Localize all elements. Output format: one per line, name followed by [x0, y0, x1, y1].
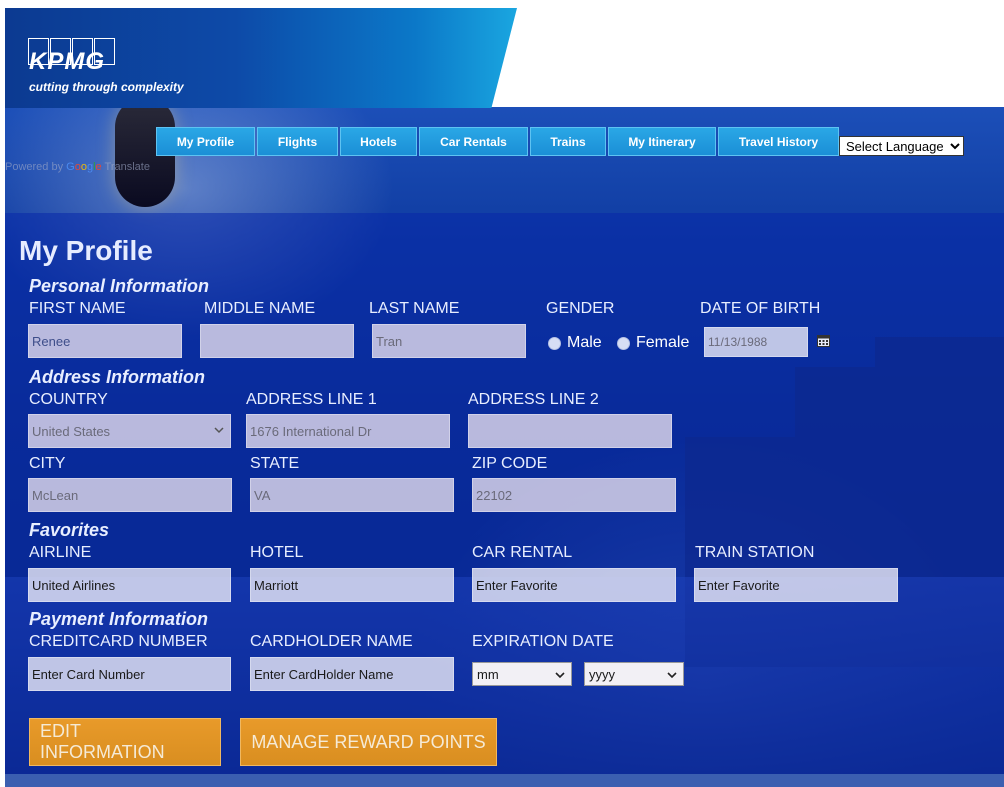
country-value: United States — [32, 423, 111, 439]
main-nav: My Profile Flights Hotels Car Rentals Tr… — [156, 127, 839, 156]
last-name-label: LAST NAME — [369, 300, 460, 317]
car-rental-label: CAR RENTAL — [472, 544, 573, 561]
exp-month-select[interactable]: mm — [472, 662, 572, 686]
city-label: CITY — [29, 455, 66, 472]
address-line1-label: ADDRESS LINE 1 — [246, 391, 377, 408]
middle-name-label: MIDDLE NAME — [204, 300, 316, 317]
chevron-down-icon — [555, 672, 565, 679]
airline-field[interactable]: United Airlines — [28, 568, 231, 602]
nav-hotels[interactable]: Hotels — [340, 127, 417, 156]
powered-by-label: Powered by — [5, 161, 64, 173]
section-address-heading: Address Information — [29, 367, 206, 387]
header-logo-block: KPMG cutting through complexity — [5, 8, 517, 108]
dob-field[interactable]: 11/13/1988 — [704, 327, 808, 357]
last-name-field[interactable]: Tran — [372, 324, 526, 358]
kpmg-logo[interactable]: KPMG — [29, 48, 105, 76]
state-label: STATE — [250, 455, 300, 472]
radio-female[interactable] — [617, 336, 630, 350]
card-number-field[interactable]: Enter Card Number — [28, 657, 231, 691]
language-select[interactable]: Select Language — [839, 136, 964, 156]
cardholder-label: CARDHOLDER NAME — [250, 633, 413, 650]
hotel-field[interactable]: Marriott — [250, 568, 454, 602]
edit-information-button[interactable]: EDIT INFORMATION — [29, 718, 221, 766]
gender-label: GENDER — [546, 300, 615, 317]
middle-name-field[interactable] — [200, 324, 354, 358]
first-name-field[interactable]: Renee — [28, 324, 182, 358]
translate-label: Translate — [104, 161, 150, 173]
exp-month-value: mm — [477, 666, 499, 682]
exp-year-select[interactable]: yyyy — [584, 662, 684, 686]
nav-car-rentals[interactable]: Car Rentals — [419, 127, 528, 156]
address-line1-field[interactable]: 1676 International Dr — [246, 414, 450, 448]
chevron-down-icon — [214, 427, 224, 434]
powered-by-google-translate[interactable]: Powered by Google Translate — [5, 161, 150, 173]
dob-label: DATE OF BIRTH — [700, 300, 821, 317]
country-select[interactable]: United States — [28, 414, 231, 448]
brand-tagline: cutting through complexity — [29, 80, 184, 94]
section-personal-heading: Personal Information — [29, 276, 210, 296]
nav-flights[interactable]: Flights — [257, 127, 338, 156]
zip-label: ZIP CODE — [472, 455, 548, 472]
state-field[interactable]: VA — [250, 478, 454, 512]
nav-trains[interactable]: Trains — [530, 127, 606, 156]
google-letter: G — [66, 161, 75, 173]
page-title: My Profile — [19, 235, 153, 266]
hotel-label: HOTEL — [250, 544, 304, 561]
calendar-icon[interactable] — [817, 334, 830, 347]
cardholder-field[interactable]: Enter CardHolder Name — [250, 657, 454, 691]
address-line2-field[interactable] — [468, 414, 672, 448]
gender-female-label: Female — [636, 334, 690, 351]
airline-label: AIRLINE — [29, 544, 92, 561]
exp-year-value: yyyy — [589, 666, 615, 682]
section-favorites-heading: Favorites — [29, 520, 110, 540]
card-number-label: CREDITCARD NUMBER — [29, 633, 208, 650]
gender-male-label: Male — [567, 334, 602, 351]
section-payment-heading: Payment Information — [29, 609, 209, 629]
chevron-down-icon — [667, 672, 677, 679]
city-field[interactable]: McLean — [28, 478, 232, 512]
nav-my-itinerary[interactable]: My Itinerary — [608, 127, 716, 156]
page: KPMG cutting through complexity My Profi… — [0, 0, 1004, 787]
address-line2-label: ADDRESS LINE 2 — [468, 391, 599, 408]
car-rental-field[interactable]: Enter Favorite — [472, 568, 676, 602]
gender-female-option[interactable]: Female — [617, 334, 689, 352]
train-station-label: TRAIN STATION — [695, 544, 815, 561]
street-lamp-image — [115, 107, 175, 207]
expiration-label: EXPIRATION DATE — [472, 633, 614, 650]
radio-male[interactable] — [548, 336, 561, 350]
nav-my-profile[interactable]: My Profile — [156, 127, 255, 156]
zip-field[interactable]: 22102 — [472, 478, 676, 512]
footer-strip — [5, 774, 1004, 787]
manage-reward-points-button[interactable]: MANAGE REWARD POINTS — [240, 718, 497, 766]
first-name-label: FIRST NAME — [29, 300, 126, 317]
nav-travel-history[interactable]: Travel History — [718, 127, 839, 156]
train-station-field[interactable]: Enter Favorite — [694, 568, 898, 602]
country-label: COUNTRY — [29, 391, 108, 408]
google-letter: e — [95, 161, 102, 173]
gender-male-option[interactable]: Male — [548, 334, 602, 352]
